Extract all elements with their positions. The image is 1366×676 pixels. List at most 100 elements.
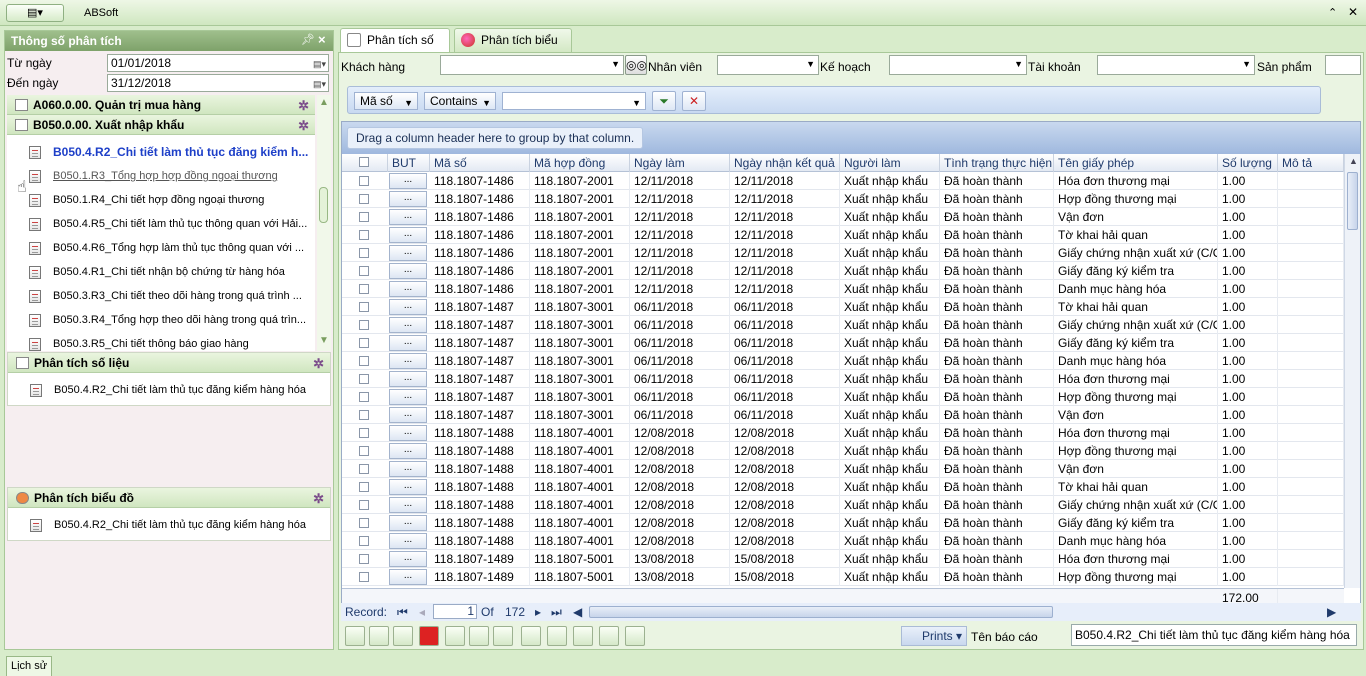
row-button[interactable]: ... [389, 209, 427, 225]
table-row[interactable]: ... 118.1807-1487 118.1807-3001 06/11/2018 0… [342, 388, 1344, 406]
row-button[interactable]: ... [389, 515, 427, 531]
scroll-right-icon[interactable]: ▶ [1327, 603, 1336, 621]
table-row[interactable]: ... 118.1807-1489 118.1807-5001 13/08/2018 1… [342, 550, 1344, 568]
filter-value-input[interactable]: ▼ [502, 92, 646, 110]
app-menu-button[interactable]: ▤▾ [6, 4, 64, 22]
table-row[interactable]: ... 118.1807-1487 118.1807-3001 06/11/2018 0… [342, 406, 1344, 424]
table-row[interactable]: ... 118.1807-1487 118.1807-3001 06/11/2018 0… [342, 316, 1344, 334]
row-button[interactable]: ... [389, 461, 427, 477]
column-header[interactable]: Ngày nhận kết quả [730, 154, 840, 172]
tree-item[interactable]: B050.4.R5_Chi tiết làm thủ tục thông qua… [9, 213, 309, 235]
download-icon[interactable] [599, 626, 619, 646]
tree-item[interactable]: B050.3.R5_Chi tiết thông báo giao hàng [9, 333, 309, 351]
table-row[interactable]: ... 118.1807-1487 118.1807-3001 06/11/2018 0… [342, 370, 1344, 388]
to-date-field[interactable]: 31/12/2018 ▤▾ [107, 74, 329, 92]
scroll-up-icon[interactable]: ▲ [319, 97, 329, 108]
tab-history[interactable]: Lịch sử [6, 656, 53, 676]
table-row[interactable]: ... 118.1807-1487 118.1807-3001 06/11/2018 0… [342, 298, 1344, 316]
row-button[interactable]: ... [389, 443, 427, 459]
table-row[interactable]: ... 118.1807-1489 118.1807-5001 13/08/2018 1… [342, 568, 1344, 586]
edit-icon[interactable] [547, 626, 567, 646]
row-checkbox[interactable] [359, 266, 369, 276]
prints-button[interactable]: Prints ▾ [901, 626, 967, 646]
group-import-export[interactable]: B050.0.00. Xuất nhập khẩu ✲ [7, 115, 315, 135]
filter-field-select[interactable]: Mã số ▼ [354, 92, 418, 110]
row-button[interactable]: ... [389, 191, 427, 207]
from-date-field[interactable]: 01/01/2018 ▤▾ [107, 54, 329, 72]
tree-item[interactable]: B050.1.R4_Chi tiết hợp đồng ngoại thương [9, 189, 309, 211]
row-checkbox[interactable] [359, 482, 369, 492]
first-record-icon[interactable]: ⏮ [397, 603, 408, 621]
collapse-ribbon-icon[interactable]: ⌃ [1328, 6, 1337, 19]
expand-icon[interactable]: ✲ [298, 96, 309, 116]
row-button[interactable]: ... [389, 569, 427, 585]
delete-icon[interactable] [419, 626, 439, 646]
next-record-icon[interactable]: ▸ [535, 603, 541, 621]
table-row[interactable]: ... 118.1807-1486 118.1807-2001 12/11/2018 1… [342, 172, 1344, 190]
row-checkbox[interactable] [359, 230, 369, 240]
panel-close-icon[interactable]: × [318, 32, 326, 47]
row-checkbox[interactable] [359, 392, 369, 402]
column-header[interactable]: Số lượng [1218, 154, 1278, 172]
row-checkbox[interactable] [359, 464, 369, 474]
clear-filter-icon[interactable]: ✕ [682, 91, 706, 111]
tree-item[interactable]: B050.3.R3_Chi tiết theo dõi hàng trong q… [9, 285, 309, 307]
row-button[interactable]: ... [389, 245, 427, 261]
row-button[interactable]: ... [389, 533, 427, 549]
collapse-icon[interactable]: ✲ [313, 489, 324, 509]
section-header[interactable]: Phân tích số liệu ✲ [8, 353, 330, 373]
row-button[interactable]: ... [389, 425, 427, 441]
table-row[interactable]: ... 118.1807-1488 118.1807-4001 12/08/2018 1… [342, 460, 1344, 478]
row-button[interactable]: ... [389, 281, 427, 297]
grid-vertical-scrollbar[interactable]: ▲ [1344, 154, 1360, 588]
employee-select[interactable]: ▼ [717, 55, 819, 75]
section-item[interactable]: B050.4.R2_Chi tiết làm thủ tục đăng kiểm… [10, 514, 310, 536]
tab-chart-analysis[interactable]: Phân tích biểu đồ [454, 28, 572, 69]
tree-item[interactable]: B050.4.R2_Chi tiết làm thủ tục đăng kiểm… [9, 141, 309, 163]
row-button[interactable]: ... [389, 299, 427, 315]
plan-select[interactable]: ▼ [889, 55, 1027, 75]
save-icon[interactable] [369, 626, 389, 646]
table-row[interactable]: ... 118.1807-1486 118.1807-2001 12/11/2018 1… [342, 262, 1344, 280]
table-row[interactable]: ... 118.1807-1487 118.1807-3001 06/11/2018 0… [342, 352, 1344, 370]
row-checkbox[interactable] [359, 500, 369, 510]
table-row[interactable]: ... 118.1807-1488 118.1807-4001 12/08/2018 1… [342, 514, 1344, 532]
row-button[interactable]: ... [389, 227, 427, 243]
copy-icon[interactable] [625, 626, 645, 646]
row-button[interactable]: ... [389, 263, 427, 279]
remove-doc-icon[interactable] [521, 626, 541, 646]
scroll-thumb[interactable] [1347, 172, 1358, 230]
row-button[interactable]: ... [389, 317, 427, 333]
table-row[interactable]: ... 118.1807-1487 118.1807-3001 06/11/2018 0… [342, 334, 1344, 352]
calendar-dropdown-icon[interactable]: ▤▾ [313, 76, 326, 92]
excel-icon[interactable] [445, 626, 465, 646]
scroll-up-icon[interactable]: ▲ [1349, 156, 1358, 166]
row-checkbox[interactable] [359, 518, 369, 528]
collapse-icon[interactable]: ✲ [313, 354, 324, 374]
row-checkbox[interactable] [359, 194, 369, 204]
row-checkbox[interactable] [359, 320, 369, 330]
table-row[interactable]: ... 118.1807-1486 118.1807-2001 12/11/2018 1… [342, 208, 1344, 226]
column-header[interactable]: Mã số [430, 154, 530, 172]
table-row[interactable]: ... 118.1807-1486 118.1807-2001 12/11/2018 1… [342, 190, 1344, 208]
table-row[interactable]: ... 118.1807-1486 118.1807-2001 12/11/2018 1… [342, 280, 1344, 298]
table-row[interactable]: ... 118.1807-1488 118.1807-4001 12/08/2018 1… [342, 424, 1344, 442]
row-checkbox[interactable] [359, 284, 369, 294]
column-header[interactable]: Mã hợp đồng [530, 154, 630, 172]
row-button[interactable]: ... [389, 407, 427, 423]
tree-item[interactable]: B050.3.R4_Tổng hợp theo dõi hàng trong q… [9, 309, 309, 331]
calendar-dropdown-icon[interactable]: ▤▾ [313, 56, 326, 72]
group-panel[interactable]: Drag a column header here to group by th… [342, 122, 1360, 154]
row-checkbox[interactable] [359, 410, 369, 420]
group-purchasing[interactable]: A060.0.00. Quản trị mua hàng ✲ [7, 95, 315, 115]
tab-numbers-analysis[interactable]: Phân tích số liệu [340, 28, 450, 69]
row-checkbox[interactable] [359, 176, 369, 186]
table-row[interactable]: ... 118.1807-1488 118.1807-4001 12/08/2018 1… [342, 496, 1344, 514]
tree-item[interactable]: B050.4.R1_Chi tiết nhận bộ chứng từ hàng… [9, 261, 309, 283]
close-icon[interactable]: ✕ [1348, 5, 1358, 19]
row-checkbox[interactable] [359, 248, 369, 258]
column-header[interactable]: Tên giấy phép [1054, 154, 1218, 172]
section-item[interactable]: B050.4.R2_Chi tiết làm thủ tục đăng kiểm… [10, 379, 310, 401]
row-checkbox[interactable] [359, 446, 369, 456]
row-checkbox[interactable] [359, 302, 369, 312]
